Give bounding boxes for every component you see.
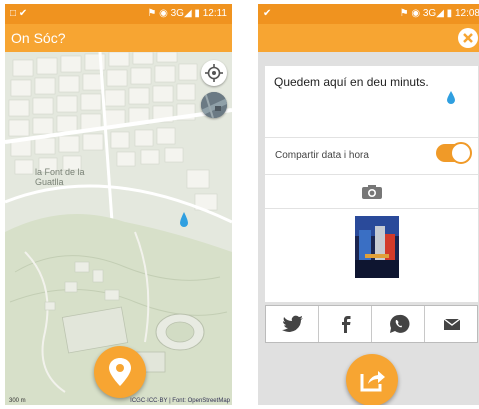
- share-datetime-toggle[interactable]: [436, 142, 472, 164]
- share-card: Quedem aquí en deu minuts. Compartir dat…: [265, 66, 478, 302]
- whatsapp-share-button[interactable]: [372, 306, 425, 342]
- social-share-bar: [265, 305, 478, 343]
- close-button[interactable]: [458, 28, 478, 48]
- message-text[interactable]: Quedem aquí en deu minuts.: [274, 75, 429, 89]
- photo-thumbnail[interactable]: [355, 216, 399, 278]
- email-icon: [443, 318, 461, 330]
- whatsapp-icon: [390, 314, 410, 333]
- app-title: On Sóc?: [11, 30, 66, 46]
- share-icon: [360, 371, 385, 392]
- map-pin-icon: [109, 358, 131, 386]
- share-screen: ✔ ⚑ ◉ 3G◢ ▮ 12:08 Quedem aquí en deu min…: [258, 4, 479, 405]
- map-screen: □ ✔ ⚑ ◉ 3G◢ ▮ 12:11 On Sóc? la Font de l…: [5, 4, 232, 405]
- crosshair-icon: [205, 64, 223, 82]
- status-right-info: ⚑ ◉ 3G◢ ▮ 12:11: [147, 8, 227, 19]
- twitter-share-button[interactable]: [266, 306, 319, 342]
- app-bar: [258, 24, 479, 52]
- divider: [265, 174, 478, 175]
- status-bar: ✔ ⚑ ◉ 3G◢ ▮ 12:08: [258, 4, 479, 24]
- map-scale: 300 m: [9, 398, 26, 404]
- status-right-info: ⚑ ◉ 3G◢ ▮ 12:08: [399, 8, 479, 19]
- camera-button[interactable]: [361, 184, 383, 200]
- share-datetime-label: Compartir data i hora: [275, 150, 369, 161]
- divider: [265, 137, 478, 138]
- camera-icon: [362, 185, 382, 199]
- photo-image: [355, 216, 399, 278]
- email-share-button[interactable]: [425, 306, 478, 342]
- toggle-knob: [450, 142, 472, 164]
- share-button[interactable]: [346, 354, 398, 405]
- map-attribution[interactable]: ICGC·ICC·BY | Font: OpenStreetMap: [130, 398, 230, 404]
- twitter-icon: [282, 315, 303, 332]
- layer-toggle-button[interactable]: [201, 92, 227, 118]
- status-left-icons: ✔: [263, 8, 272, 19]
- facebook-icon: [342, 316, 351, 333]
- location-drop-icon: [447, 91, 455, 104]
- status-bar: □ ✔ ⚑ ◉ 3G◢ ▮ 12:11: [5, 4, 232, 24]
- app-bar: On Sóc?: [5, 24, 232, 52]
- status-left-icons: □ ✔: [10, 8, 28, 19]
- divider: [265, 208, 478, 209]
- close-icon: [463, 33, 473, 43]
- locate-button[interactable]: [201, 60, 227, 86]
- drop-pin-button[interactable]: [94, 346, 146, 398]
- satellite-layer-icon: [201, 92, 227, 118]
- map-area-label: la Font de la Guatlla: [35, 167, 85, 187]
- facebook-share-button[interactable]: [319, 306, 372, 342]
